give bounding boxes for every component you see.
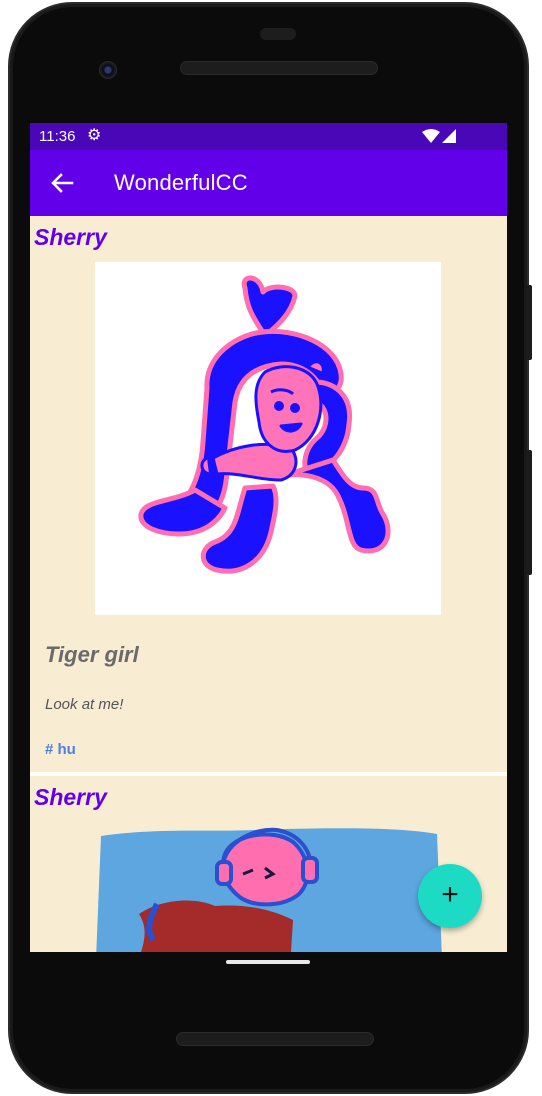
post-image[interactable] (93, 824, 445, 952)
post-title: Tiger girl (45, 642, 139, 667)
top-speaker (180, 61, 378, 75)
home-indicator[interactable] (226, 960, 310, 964)
volume-button (526, 450, 532, 575)
post-list[interactable]: Sherry Tiger girl Look at me! # hu Sherr… (30, 216, 507, 952)
plus-icon: + (441, 878, 459, 911)
signal-icon (442, 129, 456, 143)
post-image[interactable] (95, 262, 441, 615)
add-post-button[interactable]: + (418, 864, 482, 928)
post-description: Look at me! (45, 696, 124, 713)
back-button[interactable] (46, 167, 78, 199)
tiger-girl-illustration (138, 275, 391, 574)
arrow-back-icon (51, 173, 74, 193)
screen: 11:36 ⚙ WonderfulCC Sherry Tiger girl Lo… (30, 123, 507, 952)
post-card[interactable]: Sherry (30, 216, 507, 772)
earpiece (260, 28, 296, 40)
status-bar: 11:36 ⚙ (30, 123, 507, 150)
post-card[interactable]: Sherry (30, 776, 507, 952)
bottom-speaker (176, 1032, 374, 1046)
power-button (526, 285, 532, 360)
post-author: Sherry (34, 784, 107, 810)
app-bar: WonderfulCC (30, 150, 507, 216)
gear-icon: ⚙ (87, 127, 102, 144)
wifi-icon (422, 129, 440, 143)
front-camera-icon (99, 61, 117, 79)
post-tag[interactable]: # hu (45, 741, 76, 758)
status-time: 11:36 (39, 128, 76, 145)
post-author: Sherry (34, 224, 107, 250)
app-title: WonderfulCC (114, 170, 248, 195)
girl-with-headphones-illustration (96, 827, 442, 952)
